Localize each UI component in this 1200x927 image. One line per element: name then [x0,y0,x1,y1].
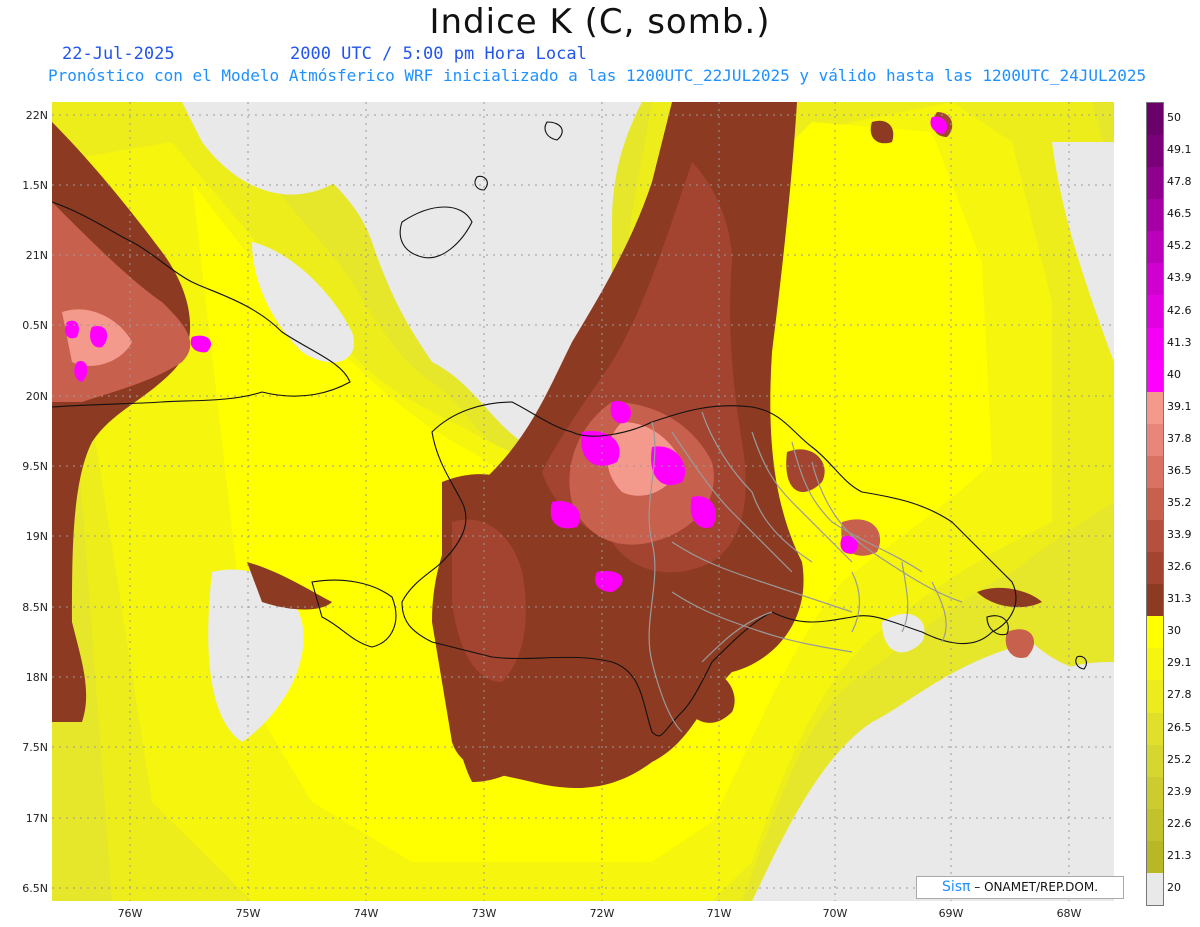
lat-label: 21N [25,249,48,262]
colorbar-label: 33.9 [1167,528,1192,542]
map-title: Indice K (C, somb.) [429,2,771,42]
colorbar-label: 41.3 [1167,335,1192,349]
colorbar-segment [1147,744,1163,778]
colorbar-label: 39.1 [1167,399,1192,413]
colorbar-label: 27.8 [1167,688,1192,702]
lon-label: 73W [471,907,497,920]
lon-label: 71W [706,907,732,920]
colorbar-label: 22.6 [1167,816,1192,830]
colorbar-label: 31.3 [1167,592,1192,606]
lat-label: 17N [25,812,48,825]
colorbar-label: 42.6 [1167,303,1192,317]
colorbar-label: 20 [1167,880,1181,894]
credit-org: – ONAMET/REP.DOM. [974,880,1099,894]
forecast-time: 2000 UTC / 5:00 pm Hora Local [290,44,587,64]
colorbar-segment [1147,872,1163,906]
colorbar-segment [1147,616,1163,649]
colorbar-label: 37.8 [1167,431,1192,445]
colorbar-label: 25.2 [1167,752,1192,766]
colorbar-label: 36.5 [1167,463,1192,477]
colorbar-segment [1147,295,1163,329]
colorbar-segment [1147,487,1163,521]
map-svg [52,102,1114,901]
colorbar-segment [1147,359,1163,393]
lon-label: 68W [1056,907,1082,920]
lat-label: 18N [25,671,48,684]
colorbar-segment [1147,776,1163,810]
lat-label: 22N [25,109,48,122]
colorbar-segment [1147,520,1163,553]
colorbar-segment [1147,327,1163,361]
lon-label: 70W [822,907,848,920]
model-info: Pronóstico con el Modelo Atmósferico WRF… [48,66,1147,85]
colorbar-segment [1147,199,1163,232]
colorbar-segment [1147,423,1163,457]
colorbar-label: 21.3 [1167,848,1192,862]
lat-label: 20N [25,390,48,403]
colorbar-label: 26.5 [1167,720,1192,734]
colorbar-segment [1147,103,1163,136]
colorbar-label: 43.9 [1167,271,1192,285]
colorbar-segment [1147,808,1163,842]
colorbar-segment [1147,167,1163,200]
colorbar-segment [1147,680,1163,714]
colorbar-label: 45.2 [1167,239,1192,253]
colorbar-segment [1147,648,1163,681]
colorbar-segment [1147,135,1163,168]
colorbar-segment [1147,584,1163,617]
colorbar-label: 32.6 [1167,560,1192,574]
lat-label: 8.5N [22,601,48,614]
colorbar-segment [1147,552,1163,585]
sispi-logo: Sisπ [941,879,971,895]
colorbar-label: 29.1 [1167,656,1192,670]
colorbar-label: 50 [1167,111,1181,125]
lon-label: 75W [235,907,261,920]
lon-label: 69W [938,907,964,920]
lat-label: 0.5N [22,319,48,332]
forecast-date: 22-Jul-2025 [62,44,175,64]
lon-label: 74W [353,907,379,920]
k-index-map [52,102,1114,901]
colorbar-segment [1147,712,1163,746]
lat-label: 1.5N [22,179,48,192]
lat-label: 6.5N [22,882,48,895]
colorbar-label: 46.5 [1167,207,1192,221]
colorbar-segment [1147,391,1163,425]
lon-label: 76W [117,907,143,920]
colorbar-segment [1147,455,1163,489]
lat-label: 9.5N [22,460,48,473]
colorbar-label: 47.8 [1167,175,1192,189]
colorbar-label: 23.9 [1167,784,1192,798]
lat-label: 7.5N [22,741,48,754]
colorbar-label: 40 [1167,367,1181,381]
lat-label: 19N [25,530,48,543]
colorbar-label: 35.2 [1167,496,1192,509]
colorbar-segment [1147,263,1163,296]
colorbar-segment [1147,840,1163,874]
colorbar [1146,102,1164,906]
colorbar-label: 30 [1167,624,1181,638]
colorbar-segment [1147,231,1163,264]
lon-label: 72W [589,907,615,920]
credit-box: Sisπ – ONAMET/REP.DOM. [916,876,1124,899]
colorbar-label: 49.1 [1167,143,1192,157]
